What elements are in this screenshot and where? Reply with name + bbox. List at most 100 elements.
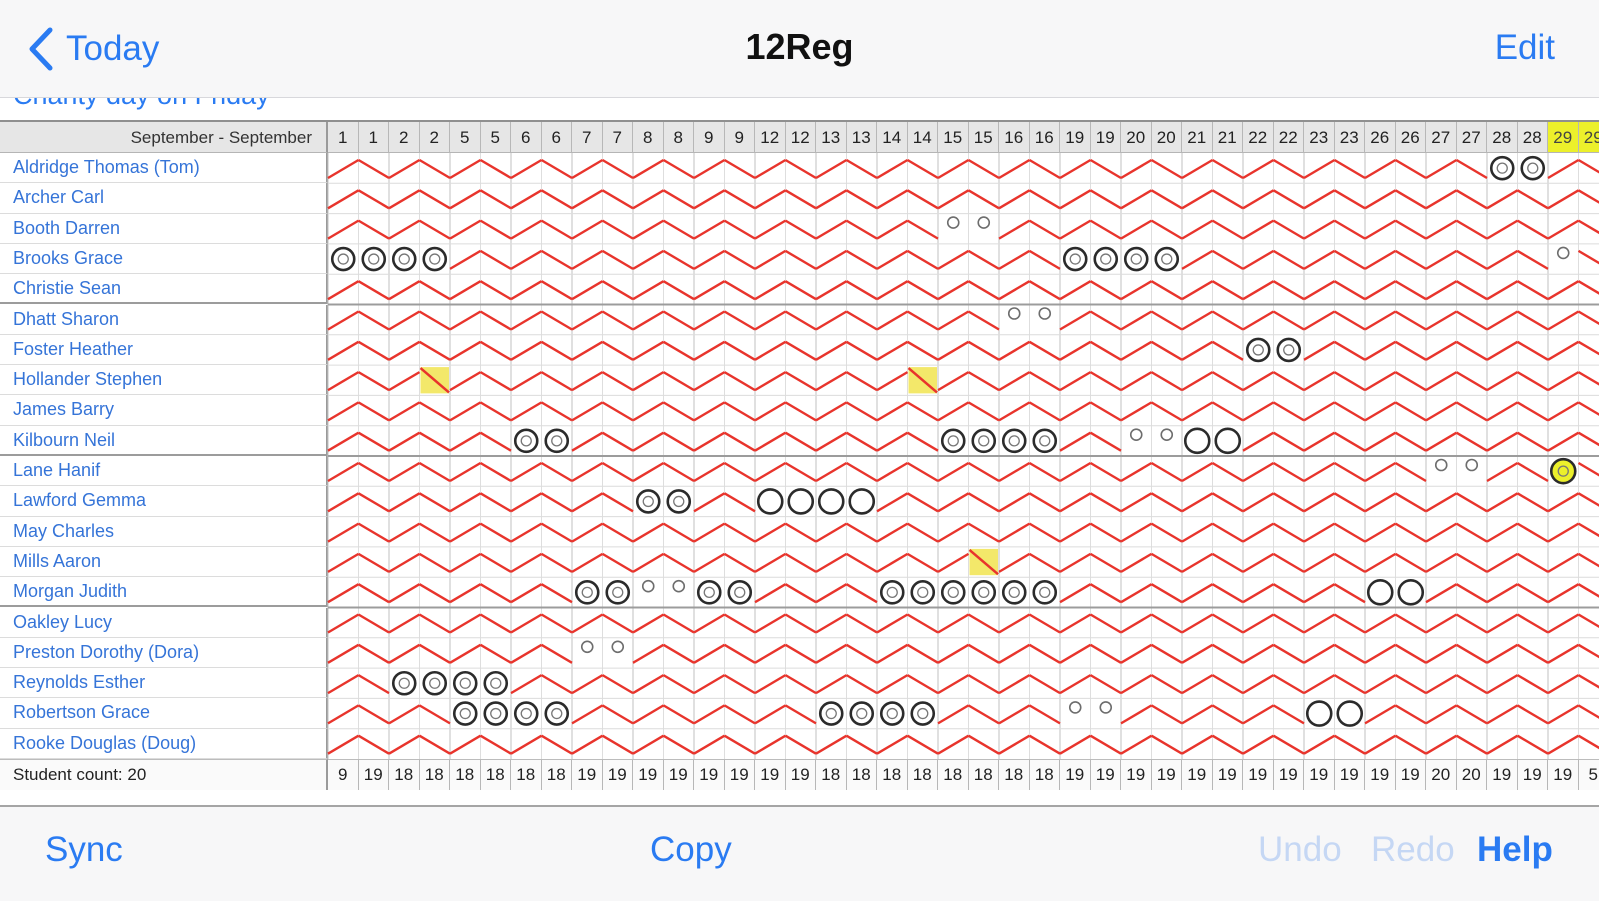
present-mark[interactable] bbox=[1274, 584, 1305, 602]
present-mark[interactable] bbox=[359, 615, 390, 633]
absence-mark[interactable] bbox=[515, 430, 537, 452]
present-mark[interactable] bbox=[664, 342, 695, 360]
present-mark[interactable] bbox=[450, 190, 481, 208]
present-mark[interactable] bbox=[389, 524, 420, 542]
present-mark[interactable] bbox=[1243, 524, 1274, 542]
present-mark[interactable] bbox=[664, 160, 695, 178]
present-mark[interactable] bbox=[420, 705, 451, 723]
present-mark[interactable] bbox=[999, 615, 1030, 633]
present-mark[interactable] bbox=[1243, 433, 1274, 451]
present-mark[interactable] bbox=[1365, 281, 1396, 299]
present-mark[interactable] bbox=[1060, 342, 1091, 360]
present-mark[interactable] bbox=[1121, 554, 1152, 572]
present-mark[interactable] bbox=[1182, 524, 1213, 542]
present-mark[interactable] bbox=[1121, 402, 1152, 420]
present-mark[interactable] bbox=[938, 705, 969, 723]
present-mark[interactable] bbox=[1457, 251, 1488, 269]
present-mark[interactable] bbox=[664, 463, 695, 481]
present-mark[interactable] bbox=[1304, 372, 1335, 390]
present-mark[interactable] bbox=[1060, 493, 1091, 511]
present-mark[interactable] bbox=[1304, 312, 1335, 330]
present-mark[interactable] bbox=[328, 524, 359, 542]
present-mark[interactable] bbox=[1243, 312, 1274, 330]
present-mark[interactable] bbox=[694, 524, 725, 542]
present-mark[interactable] bbox=[1487, 645, 1518, 663]
absence-mark[interactable] bbox=[881, 703, 903, 725]
present-mark[interactable] bbox=[1243, 554, 1274, 572]
present-mark[interactable] bbox=[1335, 342, 1366, 360]
present-mark[interactable] bbox=[1213, 281, 1244, 299]
present-mark[interactable] bbox=[1060, 160, 1091, 178]
present-mark[interactable] bbox=[1091, 524, 1122, 542]
absence-mark[interactable] bbox=[1003, 581, 1025, 603]
present-mark[interactable] bbox=[1396, 312, 1427, 330]
present-mark[interactable] bbox=[633, 251, 664, 269]
present-mark[interactable] bbox=[664, 433, 695, 451]
present-mark[interactable] bbox=[1548, 736, 1579, 754]
present-mark[interactable] bbox=[1030, 463, 1061, 481]
present-mark[interactable] bbox=[1060, 312, 1091, 330]
present-mark[interactable] bbox=[694, 615, 725, 633]
present-mark[interactable] bbox=[938, 312, 969, 330]
present-mark[interactable] bbox=[603, 705, 634, 723]
present-mark[interactable] bbox=[938, 645, 969, 663]
present-mark[interactable] bbox=[938, 493, 969, 511]
absence-mark[interactable] bbox=[819, 489, 843, 513]
absence-mark[interactable] bbox=[668, 490, 690, 512]
present-mark[interactable] bbox=[1518, 524, 1549, 542]
present-mark[interactable] bbox=[633, 190, 664, 208]
present-mark[interactable] bbox=[1304, 675, 1335, 693]
present-mark[interactable] bbox=[1030, 281, 1061, 299]
present-mark[interactable] bbox=[1274, 190, 1305, 208]
present-mark[interactable] bbox=[908, 342, 939, 360]
present-mark[interactable] bbox=[420, 645, 451, 663]
present-mark[interactable] bbox=[1365, 645, 1396, 663]
present-mark[interactable] bbox=[877, 281, 908, 299]
present-mark[interactable] bbox=[328, 281, 359, 299]
present-mark[interactable] bbox=[786, 615, 817, 633]
present-mark[interactable] bbox=[1152, 402, 1183, 420]
pending-mark[interactable] bbox=[1161, 429, 1172, 440]
present-mark[interactable] bbox=[481, 433, 512, 451]
present-mark[interactable] bbox=[664, 524, 695, 542]
present-mark[interactable] bbox=[572, 736, 603, 754]
present-mark[interactable] bbox=[1579, 312, 1599, 330]
present-mark[interactable] bbox=[1579, 372, 1599, 390]
present-mark[interactable] bbox=[664, 190, 695, 208]
present-mark[interactable] bbox=[572, 493, 603, 511]
present-mark[interactable] bbox=[1152, 615, 1183, 633]
present-mark[interactable] bbox=[969, 160, 1000, 178]
present-mark[interactable] bbox=[450, 281, 481, 299]
present-mark[interactable] bbox=[1182, 342, 1213, 360]
present-mark[interactable] bbox=[908, 251, 939, 269]
present-mark[interactable] bbox=[1243, 281, 1274, 299]
present-mark[interactable] bbox=[877, 160, 908, 178]
present-mark[interactable] bbox=[1274, 736, 1305, 754]
present-mark[interactable] bbox=[1365, 160, 1396, 178]
present-mark[interactable] bbox=[450, 615, 481, 633]
present-mark[interactable] bbox=[359, 524, 390, 542]
present-mark[interactable] bbox=[816, 251, 847, 269]
absence-mark[interactable] bbox=[973, 581, 995, 603]
present-mark[interactable] bbox=[450, 251, 481, 269]
present-mark[interactable] bbox=[1457, 554, 1488, 572]
present-mark[interactable] bbox=[359, 645, 390, 663]
present-mark[interactable] bbox=[1548, 645, 1579, 663]
present-mark[interactable] bbox=[969, 342, 1000, 360]
present-mark[interactable] bbox=[969, 705, 1000, 723]
present-mark[interactable] bbox=[908, 312, 939, 330]
present-mark[interactable] bbox=[1304, 433, 1335, 451]
present-mark[interactable] bbox=[664, 251, 695, 269]
present-mark[interactable] bbox=[1213, 615, 1244, 633]
present-mark[interactable] bbox=[328, 463, 359, 481]
present-mark[interactable] bbox=[1304, 190, 1335, 208]
present-mark[interactable] bbox=[1274, 402, 1305, 420]
present-mark[interactable] bbox=[1518, 281, 1549, 299]
present-mark[interactable] bbox=[572, 372, 603, 390]
present-mark[interactable] bbox=[420, 615, 451, 633]
present-mark[interactable] bbox=[1152, 705, 1183, 723]
present-mark[interactable] bbox=[1091, 736, 1122, 754]
present-mark[interactable] bbox=[389, 736, 420, 754]
present-mark[interactable] bbox=[1487, 372, 1518, 390]
present-mark[interactable] bbox=[328, 493, 359, 511]
